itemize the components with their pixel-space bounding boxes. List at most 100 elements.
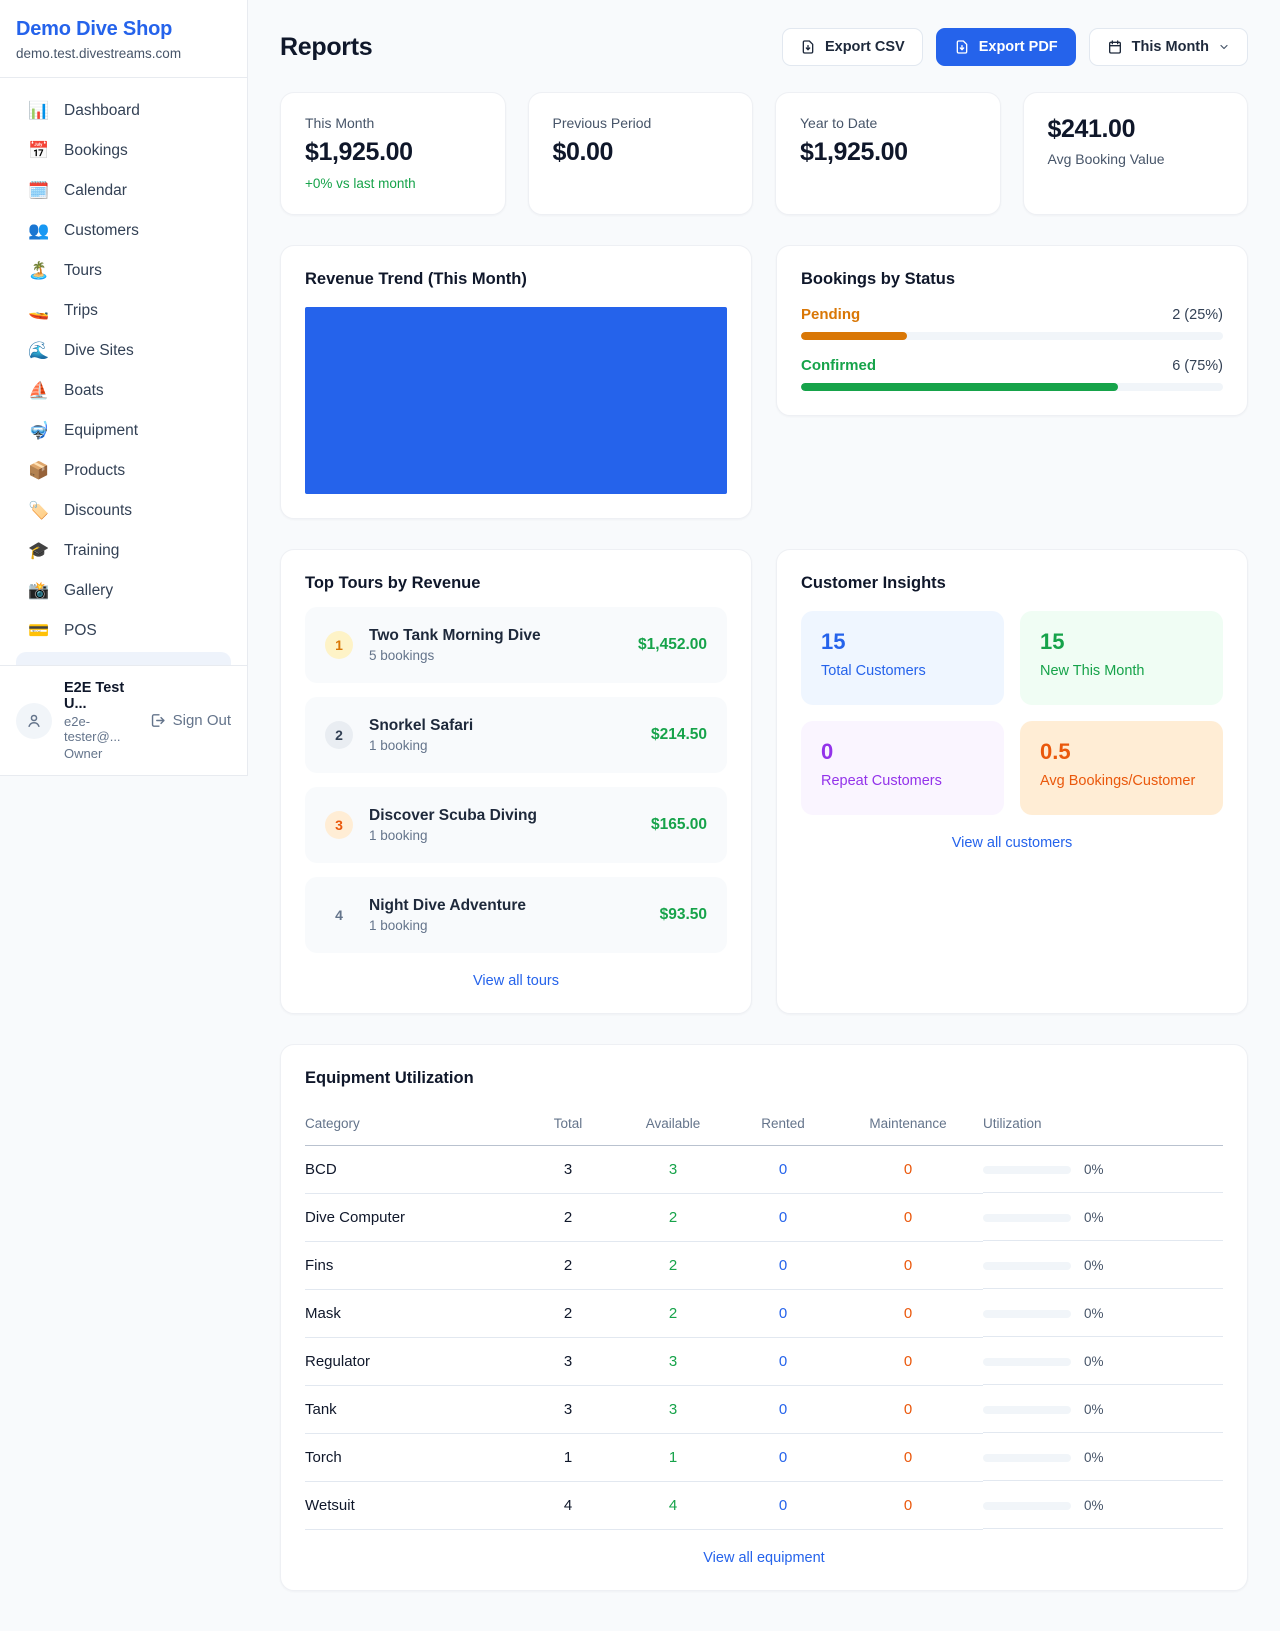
cell-rented: 0	[733, 1242, 833, 1290]
equipment-utilization-title: Equipment Utilization	[305, 1069, 1223, 1088]
stat-delta: +0% vs last month	[305, 176, 481, 191]
cell-maintenance: 0	[833, 1338, 983, 1386]
equipment-table-header: Category Total Available Rented Maintena…	[305, 1100, 1223, 1146]
utilization-percent: 0%	[1084, 1402, 1104, 1417]
cell-available: 3	[613, 1386, 733, 1434]
stat-value: $241.00	[1048, 115, 1224, 144]
stat-card-avg-booking-value: $241.00 Avg Booking Value	[1023, 92, 1249, 215]
logout-icon	[149, 712, 166, 729]
charts-row: Revenue Trend (This Month) Bookings by S…	[280, 245, 1248, 519]
equipment-table-row: Tank 3 3 0 0 0%	[305, 1386, 1223, 1434]
column-header-category: Category	[305, 1100, 523, 1146]
utilization-percent: 0%	[1084, 1210, 1104, 1225]
cell-total: 4	[523, 1482, 613, 1530]
insight-value: 15	[1040, 629, 1203, 655]
status-progress-fill	[801, 332, 907, 340]
customer-insights-title: Customer Insights	[801, 574, 1223, 593]
equipment-table-row: Regulator 3 3 0 0 0%	[305, 1338, 1223, 1386]
sidebar-nav-item[interactable]: 🏝️ Tours	[12, 252, 235, 290]
cell-rented: 0	[733, 1386, 833, 1434]
utilization-bar-track	[983, 1358, 1071, 1366]
utilization-bar-track	[983, 1214, 1071, 1222]
cell-maintenance: 0	[833, 1290, 983, 1338]
package-icon: 📦	[28, 461, 50, 481]
stat-card-previous-period: Previous Period $0.00	[528, 92, 754, 215]
utilization-percent: 0%	[1084, 1354, 1104, 1369]
insight-value: 0.5	[1040, 739, 1203, 765]
view-all-customers-link[interactable]: View all customers	[801, 835, 1223, 851]
user-meta: E2E Test U... e2e-tester@... Owner	[64, 680, 137, 761]
export-pdf-label: Export PDF	[979, 39, 1058, 55]
sign-out-button[interactable]: Sign Out	[149, 712, 231, 729]
shop-domain: demo.test.divestreams.com	[16, 46, 231, 61]
user-section: E2E Test U... e2e-tester@... Owner Sign …	[0, 665, 247, 775]
view-all-tours-link[interactable]: View all tours	[305, 973, 727, 989]
sidebar-nav-item[interactable]: 🤿 Equipment	[12, 412, 235, 450]
insights-row: Top Tours by Revenue 1 Two Tank Morning …	[280, 549, 1248, 1014]
top-tours-title: Top Tours by Revenue	[305, 574, 727, 593]
cell-total: 2	[523, 1290, 613, 1338]
sidebar-nav-item[interactable]: 🗓️ Calendar	[12, 172, 235, 210]
status-row: Confirmed 6 (75%)	[801, 357, 1223, 391]
sidebar-item-label: Bookings	[64, 142, 128, 160]
user-email: e2e-tester@...	[64, 714, 137, 744]
sidebar-nav-item[interactable]: 📊 Dashboard	[12, 92, 235, 130]
status-label: Confirmed	[801, 357, 876, 374]
tour-name: Snorkel Safari	[369, 717, 635, 735]
revenue-trend-card: Revenue Trend (This Month)	[280, 245, 752, 519]
sidebar-nav-item[interactable]: 🚤 Trips	[12, 292, 235, 330]
tour-bookings-count: 5 bookings	[369, 648, 622, 663]
tour-name: Discover Scuba Diving	[369, 807, 635, 825]
cell-category: Dive Computer	[305, 1194, 523, 1242]
export-pdf-button[interactable]: Export PDF	[936, 28, 1076, 66]
equipment-table-row: Fins 2 2 0 0 0%	[305, 1242, 1223, 1290]
sidebar-nav-item[interactable]: 📸 Gallery	[12, 572, 235, 610]
person-icon	[25, 712, 43, 730]
export-csv-button[interactable]: Export CSV	[782, 28, 923, 66]
calendar-pad-icon: 🗓️	[28, 181, 50, 201]
stat-label: This Month	[305, 115, 481, 131]
insight-tile: 15 Total Customers	[801, 611, 1004, 705]
sidebar-nav-item[interactable]: 👥 Customers	[12, 212, 235, 250]
top-tours-card: Top Tours by Revenue 1 Two Tank Morning …	[280, 549, 752, 1014]
utilization-percent: 0%	[1084, 1306, 1104, 1321]
sidebar-item-label: Boats	[64, 382, 104, 400]
utilization-bar-track	[983, 1166, 1071, 1174]
credit-card-icon: 💳	[28, 621, 50, 641]
insight-value: 15	[821, 629, 984, 655]
tour-name: Night Dive Adventure	[369, 897, 644, 915]
sidebar-nav-item[interactable]: 🏷️ Discounts	[12, 492, 235, 530]
app-root: Demo Dive Shop demo.test.divestreams.com…	[0, 0, 1280, 1631]
bookings-by-status-title: Bookings by Status	[801, 270, 1223, 289]
sidebar-nav-item[interactable]: 📦 Products	[12, 452, 235, 490]
utilization-bar-track	[983, 1310, 1071, 1318]
cell-maintenance: 0	[833, 1482, 983, 1530]
insight-tile: 0.5 Avg Bookings/Customer	[1020, 721, 1223, 815]
cell-total: 2	[523, 1194, 613, 1242]
utilization-percent: 0%	[1084, 1258, 1104, 1273]
shop-name: Demo Dive Shop	[16, 18, 231, 41]
period-dropdown[interactable]: This Month	[1089, 28, 1248, 66]
bookings-by-status-card: Bookings by Status Pending 2 (25%)	[776, 245, 1248, 416]
tour-row: 1 Two Tank Morning Dive 5 bookings $1,45…	[305, 607, 727, 683]
sidebar-nav-item[interactable]: 💳 POS	[12, 612, 235, 650]
cell-total: 3	[523, 1386, 613, 1434]
sidebar-nav-item[interactable]: 🌊 Dive Sites	[12, 332, 235, 370]
cell-category: BCD	[305, 1146, 523, 1194]
sidebar-nav-item[interactable]: 📅 Bookings	[12, 132, 235, 170]
main-content: Reports Export CSV Export PDF	[248, 0, 1280, 1631]
camera-icon: 📸	[28, 581, 50, 601]
sidebar-nav-item[interactable]: 🎓 Training	[12, 532, 235, 570]
equipment-table: Category Total Available Rented Maintena…	[305, 1100, 1223, 1530]
sidebar-nav-item[interactable]: ⛵ Boats	[12, 372, 235, 410]
utilization-bar-track	[983, 1502, 1071, 1510]
view-all-equipment-link[interactable]: View all equipment	[305, 1550, 1223, 1566]
sidebar-item-partial-highlight[interactable]	[16, 652, 231, 665]
calendar-date-icon: 📅	[28, 141, 50, 161]
cell-category: Regulator	[305, 1338, 523, 1386]
shop-header: Demo Dive Shop demo.test.divestreams.com	[0, 0, 247, 78]
stat-label: Year to Date	[800, 115, 976, 131]
rank-badge: 2	[325, 721, 353, 749]
cell-category: Torch	[305, 1434, 523, 1482]
cell-available: 1	[613, 1434, 733, 1482]
